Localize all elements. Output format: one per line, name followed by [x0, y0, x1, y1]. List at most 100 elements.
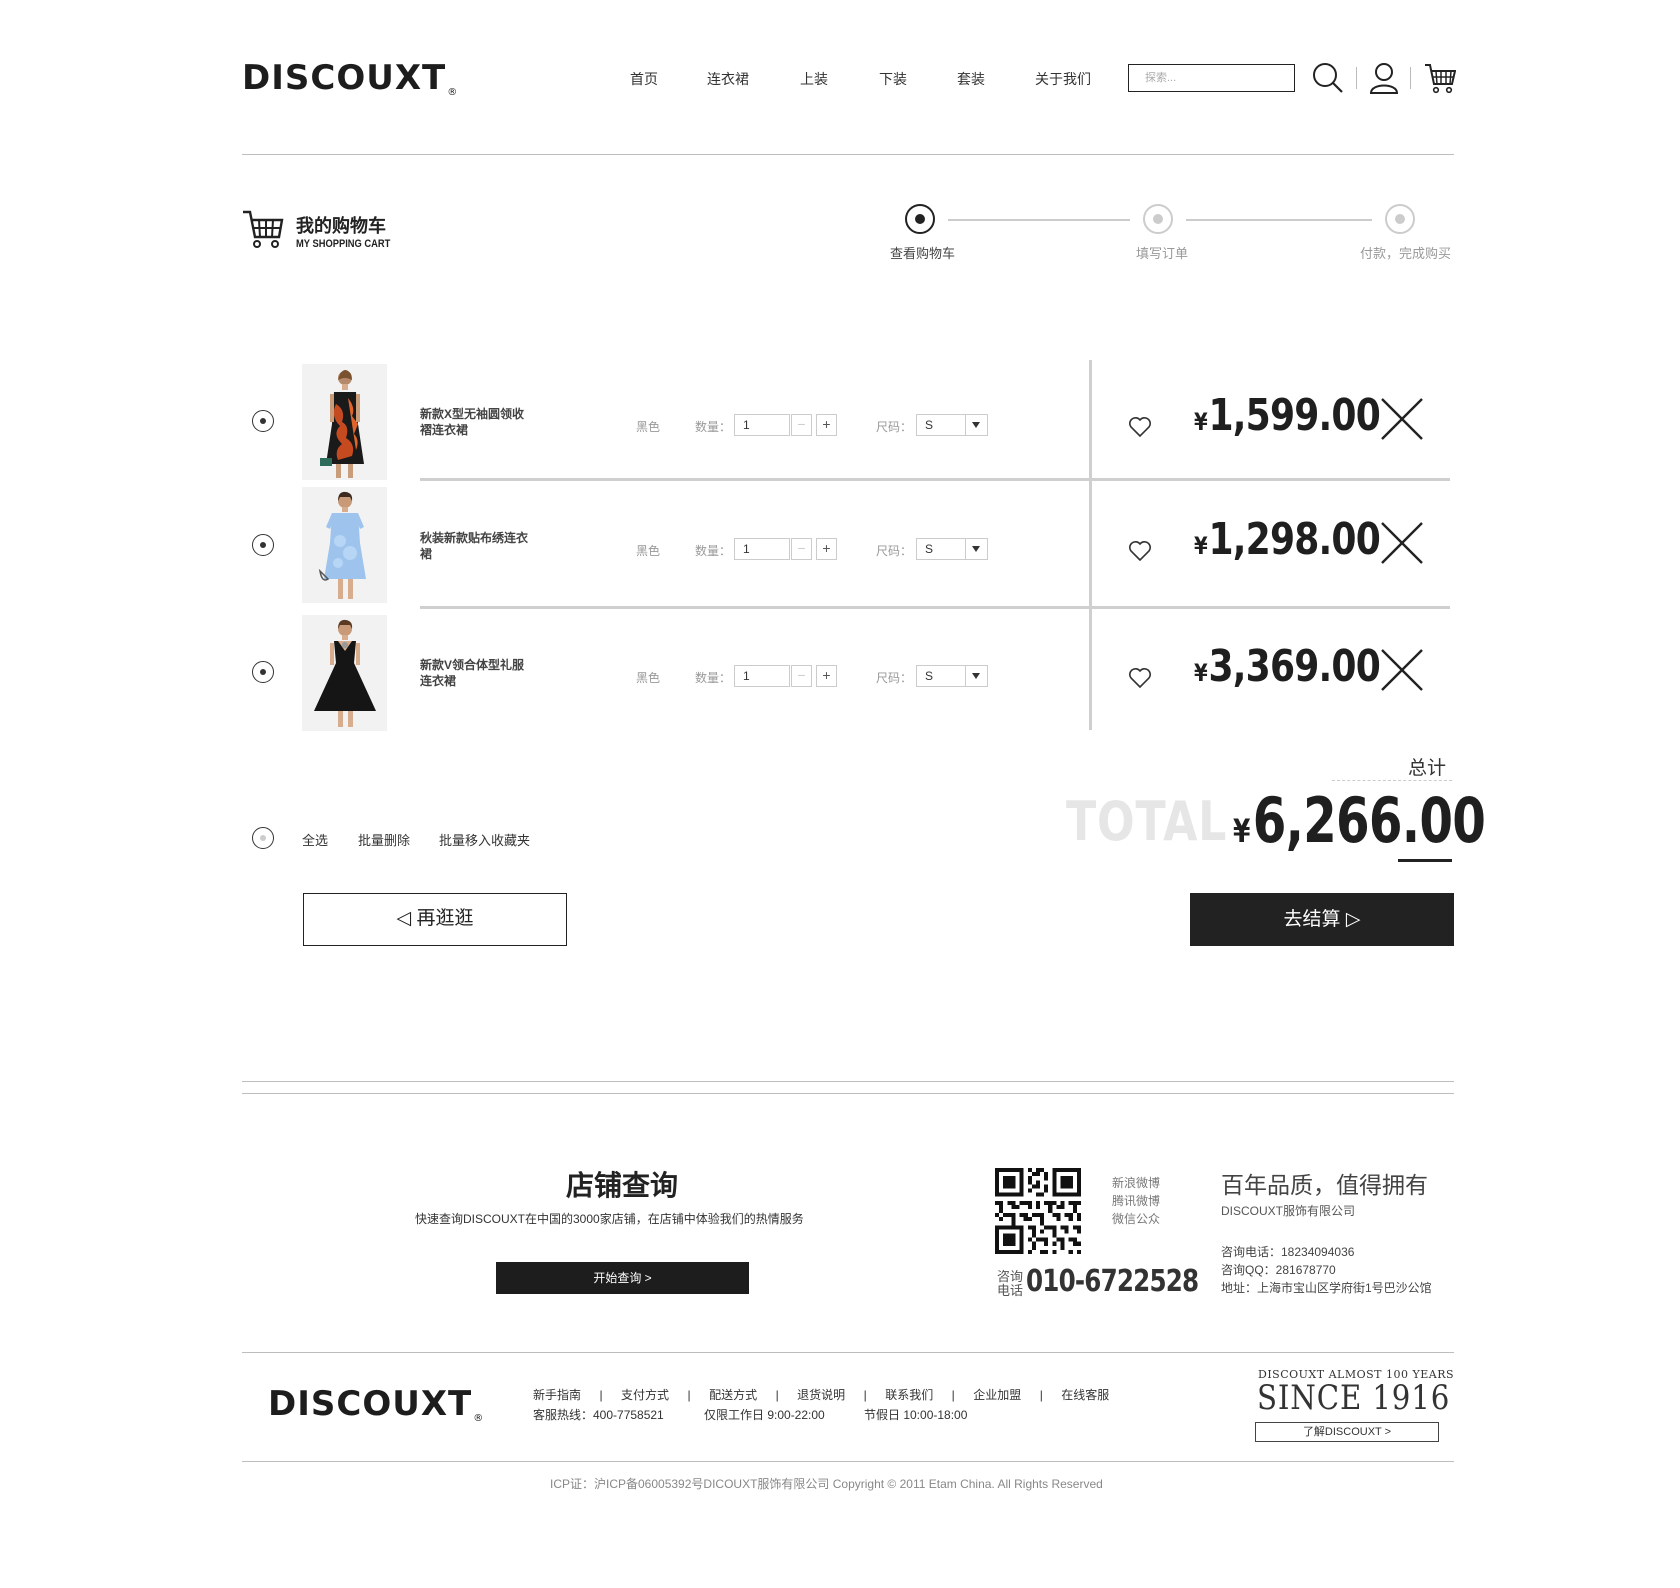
footer-link-sep: |	[687, 1388, 691, 1402]
contact-address: 地址：上海市宝山区学府街1号巴沙公馆	[1221, 1281, 1432, 1295]
footer-logo[interactable]: DISCOUXT®	[268, 1384, 484, 1424]
footer-link-support[interactable]: 在线客服	[1061, 1388, 1109, 1402]
nav-about[interactable]: 关于我们	[1035, 69, 1091, 89]
dress-black-gown-image	[302, 615, 387, 731]
footer-link-sep: |	[1039, 1388, 1043, 1402]
step-1-indicator	[905, 204, 935, 234]
product-image[interactable]	[302, 615, 387, 731]
item-select-radio[interactable]	[252, 661, 274, 683]
total-underline	[1398, 859, 1452, 862]
heart-icon[interactable]	[1128, 416, 1152, 438]
product-name[interactable]: 新款X型无袖圆领收褶连衣裙	[420, 406, 528, 438]
item-select-radio[interactable]	[252, 534, 274, 556]
checkout-button[interactable]: 去结算 ▷	[1190, 893, 1454, 946]
footer-divider-line	[242, 1352, 1454, 1353]
row-divider	[420, 478, 1450, 481]
total-label-underline	[1332, 780, 1452, 781]
hotline-label-1: 咨询	[997, 1269, 1024, 1284]
product-color: 黑色	[636, 544, 661, 558]
nav-home[interactable]: 首页	[630, 69, 658, 89]
contact-qq: 咨询QQ：281678770	[1221, 1263, 1336, 1277]
cart-icon[interactable]	[1424, 62, 1456, 94]
social-weibo-sina[interactable]: 新浪微博	[1112, 1174, 1160, 1192]
product-image[interactable]	[302, 487, 387, 603]
footer-link-payment[interactable]: 支付方式	[621, 1388, 669, 1402]
footer-link-contact[interactable]: 联系我们	[885, 1388, 933, 1402]
quantity-decrease-button[interactable]: −	[791, 665, 812, 687]
service-hotline: 客服热线：400-7758521	[533, 1408, 664, 1422]
quantity-input[interactable]	[734, 665, 790, 687]
learn-more-button[interactable]: 了解DISCOUXT >	[1255, 1422, 1439, 1442]
footer-link-delivery[interactable]: 配送方式	[709, 1388, 757, 1402]
heart-icon[interactable]	[1128, 540, 1152, 562]
size-value: S	[925, 542, 934, 556]
chevron-down-icon	[965, 415, 987, 435]
chevron-down-icon	[965, 539, 987, 559]
size-value: S	[925, 418, 934, 432]
store-finder-button[interactable]: 开始查询 >	[496, 1262, 749, 1294]
product-name[interactable]: 新款V领合体型礼服连衣裙	[420, 657, 528, 689]
size-select[interactable]: S	[916, 665, 988, 687]
quantity-input[interactable]	[734, 538, 790, 560]
nav-sets[interactable]: 套装	[957, 69, 985, 89]
quantity-label: 数量：	[695, 671, 732, 685]
step-connector	[948, 219, 1130, 221]
user-icon[interactable]	[1369, 62, 1399, 94]
search-icon[interactable]	[1312, 62, 1344, 94]
footer-logo-text: DISCOUXT	[268, 1384, 473, 1424]
step-2-indicator	[1143, 204, 1173, 234]
nav-tops[interactable]: 上装	[800, 69, 828, 89]
product-image[interactable]	[302, 364, 387, 480]
batch-delete-button[interactable]: 批量删除	[358, 830, 410, 849]
product-name[interactable]: 秋装新款贴布绣连衣裙	[420, 530, 528, 562]
heart-icon[interactable]	[1128, 667, 1152, 689]
item-select-radio[interactable]	[252, 410, 274, 432]
quantity-decrease-button[interactable]: −	[791, 538, 812, 560]
social-weibo-tencent[interactable]: 腾讯微博	[1112, 1192, 1160, 1210]
header-divider-line	[242, 154, 1454, 155]
footer-link-sep: |	[599, 1388, 603, 1402]
footer-divider-line	[242, 1461, 1454, 1462]
footer-reg-mark: ®	[473, 1413, 485, 1424]
size-select[interactable]: S	[916, 414, 988, 436]
contact-phone: 咨询电话：18234094036	[1221, 1245, 1355, 1259]
product-color: 黑色	[636, 671, 661, 685]
dress-black-red-image	[302, 364, 387, 480]
select-all-radio[interactable]	[252, 827, 274, 849]
footer-divider-line	[242, 1081, 1454, 1082]
footer-link-sep: |	[951, 1388, 955, 1402]
footer-link-returns[interactable]: 退货说明	[797, 1388, 845, 1402]
nav-bottoms[interactable]: 下装	[879, 69, 907, 89]
dress-light-blue-image	[302, 487, 387, 603]
nav-dresses[interactable]: 连衣裙	[707, 69, 749, 89]
quantity-increase-button[interactable]: +	[816, 538, 837, 560]
copyright-text: ICP证：沪ICP备06005392号DICOUXT服饰有限公司 Copyrig…	[550, 1477, 1103, 1491]
footer-link-guide[interactable]: 新手指南	[533, 1388, 581, 1402]
quantity-increase-button[interactable]: +	[816, 665, 837, 687]
store-finder-description: 快速查询DISCOUXT在中国的3000家店铺，在店铺中体验我们的热情服务	[415, 1212, 804, 1226]
select-all-label[interactable]: 全选	[302, 830, 328, 849]
remove-item-close-icon[interactable]	[1381, 649, 1423, 691]
quantity-increase-button[interactable]: +	[816, 414, 837, 436]
quantity-decrease-button[interactable]: −	[791, 414, 812, 436]
hotline-number: 010-6722528	[1026, 1264, 1199, 1299]
footer-divider-line	[242, 1093, 1454, 1094]
size-select[interactable]: S	[916, 538, 988, 560]
price-value: 1,599.00	[1208, 390, 1381, 441]
cart-title-cn: 我的购物车	[296, 216, 386, 236]
batch-favorite-button[interactable]: 批量移入收藏夹	[439, 830, 530, 849]
cart-title-icon	[243, 210, 284, 248]
quantity-input[interactable]	[734, 414, 790, 436]
brand-logo[interactable]: DISCOUXT®	[242, 58, 458, 98]
footer-link-franchise[interactable]: 企业加盟	[973, 1388, 1021, 1402]
company-name: DISCOUXT服饰有限公司	[1221, 1204, 1356, 1218]
size-label: 尺码：	[876, 420, 913, 434]
remove-item-close-icon[interactable]	[1381, 398, 1423, 440]
remove-item-close-icon[interactable]	[1381, 522, 1423, 564]
quantity-label: 数量：	[695, 544, 732, 558]
social-wechat[interactable]: 微信公众	[1112, 1210, 1160, 1228]
continue-shopping-button[interactable]: ◁ 再逛逛	[303, 893, 567, 946]
search-input[interactable]	[1128, 64, 1295, 92]
currency-symbol: ¥	[1194, 532, 1208, 560]
holiday-hours: 节假日 10:00-18:00	[864, 1408, 968, 1422]
